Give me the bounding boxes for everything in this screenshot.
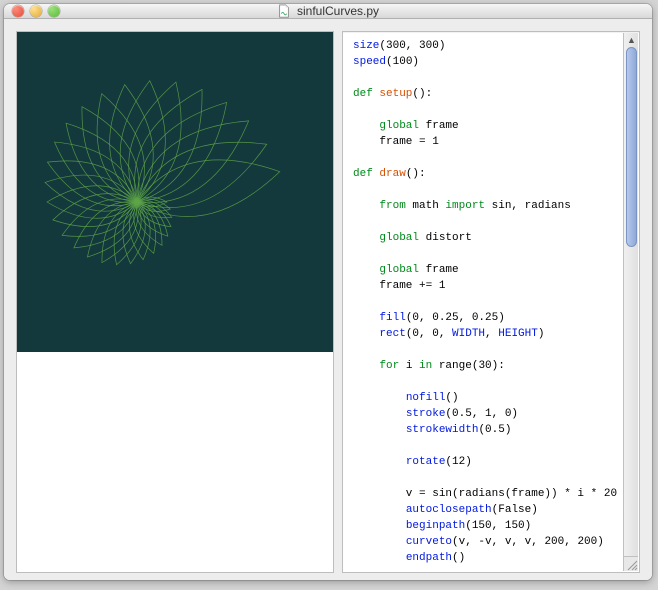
preview-pane <box>16 31 334 573</box>
code-pane: size(300, 300) speed(100) def setup(): g… <box>342 31 640 573</box>
preview-empty-area <box>17 352 333 572</box>
document-icon <box>277 4 291 18</box>
zoom-button[interactable] <box>48 5 60 17</box>
resize-grip[interactable] <box>623 556 638 571</box>
traffic-lights <box>12 5 60 17</box>
scrollbar-thumb[interactable] <box>626 47 637 247</box>
vertical-scrollbar[interactable]: ▲ <box>623 33 638 556</box>
window-title: sinfulCurves.py <box>297 4 379 18</box>
app-window: sinfulCurves.py size(300, 300) speed(100… <box>4 4 652 580</box>
titlebar[interactable]: sinfulCurves.py <box>4 4 652 19</box>
close-button[interactable] <box>12 5 24 17</box>
window-title-group: sinfulCurves.py <box>12 4 644 18</box>
content-area: size(300, 300) speed(100) def setup(): g… <box>4 19 652 580</box>
scroll-up-arrow-icon[interactable]: ▲ <box>624 33 639 47</box>
canvas-output <box>17 32 333 352</box>
generated-graphic <box>17 32 333 352</box>
code-editor[interactable]: size(300, 300) speed(100) def setup(): g… <box>343 32 639 572</box>
minimize-button[interactable] <box>30 5 42 17</box>
resize-grip-icon <box>624 557 639 572</box>
